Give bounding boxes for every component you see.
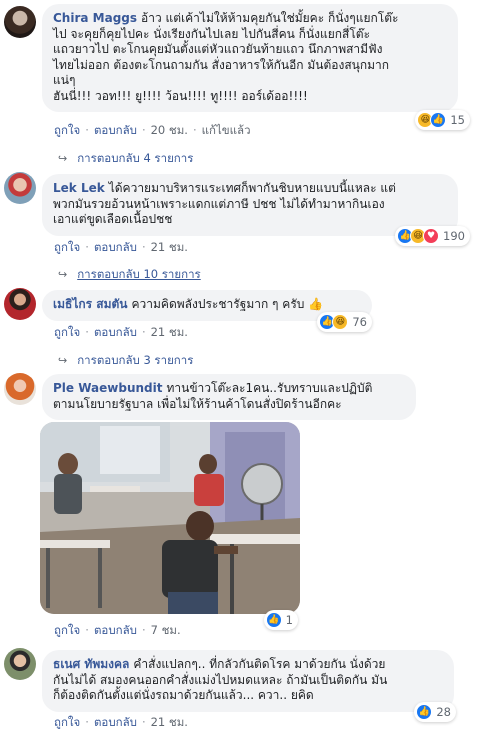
view-replies[interactable]: ↪ การตอบกลับ 4 รายการ [58, 150, 193, 168]
comment-line: ทานข้าวโต๊ะละ1คน..รับทราบและปฏิบัติ [166, 381, 373, 395]
comment-author[interactable]: Chira Maggs [53, 11, 137, 25]
reply-arrow-icon: ↪ [58, 354, 68, 367]
comment-actions: ถูกใจ · ตอบกลับ · 21 ชม. [54, 239, 188, 257]
edited-label[interactable]: แก้ไขแล้ว [202, 122, 251, 140]
reaction-count: 190 [443, 229, 465, 243]
restaurant-photo [40, 422, 300, 614]
comment-author[interactable]: Ple Waewbundit [53, 381, 162, 395]
comment-line: ฮันนี่!!! วอท!!! ยู!!!! ว้อน!!!! ทู!!!! … [53, 88, 308, 103]
reply-arrow-icon: ↪ [58, 152, 68, 165]
avatar[interactable] [4, 6, 36, 38]
avatar[interactable] [4, 288, 36, 320]
replies-count-link[interactable]: การตอบกลับ 10 รายการ [77, 267, 201, 281]
reaction-count: 28 [436, 705, 451, 719]
reply-link[interactable]: ตอบกลับ [94, 324, 137, 342]
love-icon: ♥ [423, 228, 440, 244]
attached-photo[interactable] [40, 422, 300, 614]
comment-bubble: Lek Lek ได้ควายมาบริหารแระเทศก็พากันชิบหา… [42, 174, 458, 236]
avatar[interactable] [4, 648, 36, 680]
comment-line: แน่ๆ [53, 73, 76, 87]
timestamp[interactable]: 20 ชม. [151, 122, 188, 140]
comment-line: ไป จะคุยก็คุยไปคะ นั่งเรียงกันไปเลย ไปกั… [53, 26, 371, 41]
avatar[interactable] [4, 373, 36, 405]
timestamp[interactable]: 21 ชม. [151, 239, 188, 257]
comment-line: คำสั่งแปลกๆ.. ที่กลัวกันติดโรค มาด้วยกัน… [133, 657, 386, 671]
view-replies[interactable]: ↪ การตอบกลับ 3 รายการ [58, 352, 193, 370]
comment-actions: ถูกใจ · ตอบกลับ · 7 ชม. [54, 622, 181, 640]
like-icon: 👍 [430, 112, 447, 128]
like-link[interactable]: ถูกใจ [54, 122, 80, 140]
reaction-summary[interactable]: 👍 28 [414, 702, 456, 722]
view-replies[interactable]: ↪ การตอบกลับ 10 รายการ [58, 266, 201, 284]
comment-line: ก็ต้องติดกันตั้งแต่นั่งรถมาด้วยกันแล้ว..… [53, 688, 314, 702]
comment-line: พวกมันรวยอ้วนหน้าเพราะแดกแต่ภาษี ปชช ไม่… [53, 196, 385, 211]
like-link[interactable]: ถูกใจ [54, 714, 80, 732]
replies-count-link[interactable]: การตอบกลับ 4 รายการ [77, 151, 193, 165]
reaction-summary[interactable]: 👍 😆 ♥ 190 [395, 226, 470, 246]
haha-icon: 😆 [332, 314, 349, 330]
reaction-summary[interactable]: 👍 😆 76 [317, 312, 372, 332]
comment-author[interactable]: ธเนศ ทัพมงคล [53, 657, 129, 671]
replies-count-link[interactable]: การตอบกลับ 3 รายการ [77, 353, 193, 367]
comment-line: ตามนโยบายรัฐบาล เพื่อไม่ให้ร้านค้าโดนสั่… [53, 396, 342, 411]
timestamp[interactable]: 7 ชม. [151, 622, 181, 640]
timestamp[interactable]: 21 ชม. [151, 324, 188, 342]
like-icon: 👍 [416, 704, 433, 720]
avatar[interactable] [4, 172, 36, 204]
comment-line: ไทยไม่ออก ต้องตะโกนถามกัน สั่งอาหารให้กั… [53, 57, 390, 72]
comment-line: ความคิดพลังประชารัฐมาก ๆ ครับ 👍 [131, 297, 324, 311]
comment-author[interactable]: Lek Lek [53, 181, 105, 195]
comment-actions: ถูกใจ · ตอบกลับ · 20 ชม. · แก้ไขแล้ว [54, 122, 251, 140]
comment-line: เอาแต่ขูดเลือดเนื้อปชช [53, 212, 173, 226]
like-link[interactable]: ถูกใจ [54, 324, 80, 342]
comment-bubble: Chira Maggs อ้าว แต่เค้าไม่ให้ห้ามคุยกันใ… [42, 4, 458, 112]
reaction-summary[interactable]: 👍 1 [263, 610, 298, 630]
timestamp[interactable]: 21 ชม. [151, 714, 188, 732]
reaction-summary[interactable]: 😆 👍 15 [415, 110, 470, 130]
comment-actions: ถูกใจ · ตอบกลับ · 21 ชม. [54, 714, 188, 732]
like-icon: 👍 [265, 612, 282, 628]
reaction-count: 76 [352, 315, 367, 329]
reaction-count: 1 [285, 613, 293, 627]
reaction-count: 15 [450, 113, 465, 127]
comment-line: ได้ควายมาบริหารแระเทศก็พากันชิบหายแบบนี้… [108, 181, 396, 195]
comment-line: กันไม่ได้ สมองคนออกคำสั่งแม่งไปหมดแหละ ถ… [53, 672, 388, 687]
comment-line: แถวยาวไป ตะโกนคุยมันตั้งแต่หัวแถวยันท้าย… [53, 42, 383, 56]
reply-arrow-icon: ↪ [58, 268, 68, 281]
like-link[interactable]: ถูกใจ [54, 239, 80, 257]
reply-link[interactable]: ตอบกลับ [94, 622, 137, 640]
reply-link[interactable]: ตอบกลับ [94, 239, 137, 257]
comment-line: อ้าว แต่เค้าไม่ให้ห้ามคุยกันใช่มั้ยคะ ก็… [141, 11, 399, 25]
comment-author[interactable]: เมธิไกร สมตัน [53, 297, 128, 311]
reply-link[interactable]: ตอบกลับ [94, 714, 137, 732]
comment-bubble: ธเนศ ทัพมงคล คำสั่งแปลกๆ.. ที่กลัวกันติดโ… [42, 650, 454, 712]
like-link[interactable]: ถูกใจ [54, 622, 80, 640]
reply-link[interactable]: ตอบกลับ [94, 122, 137, 140]
comment-bubble: Ple Waewbundit ทานข้าวโต๊ะละ1คน..รับทราบแ… [42, 374, 416, 420]
comment-actions: ถูกใจ · ตอบกลับ · 21 ชม. [54, 324, 188, 342]
